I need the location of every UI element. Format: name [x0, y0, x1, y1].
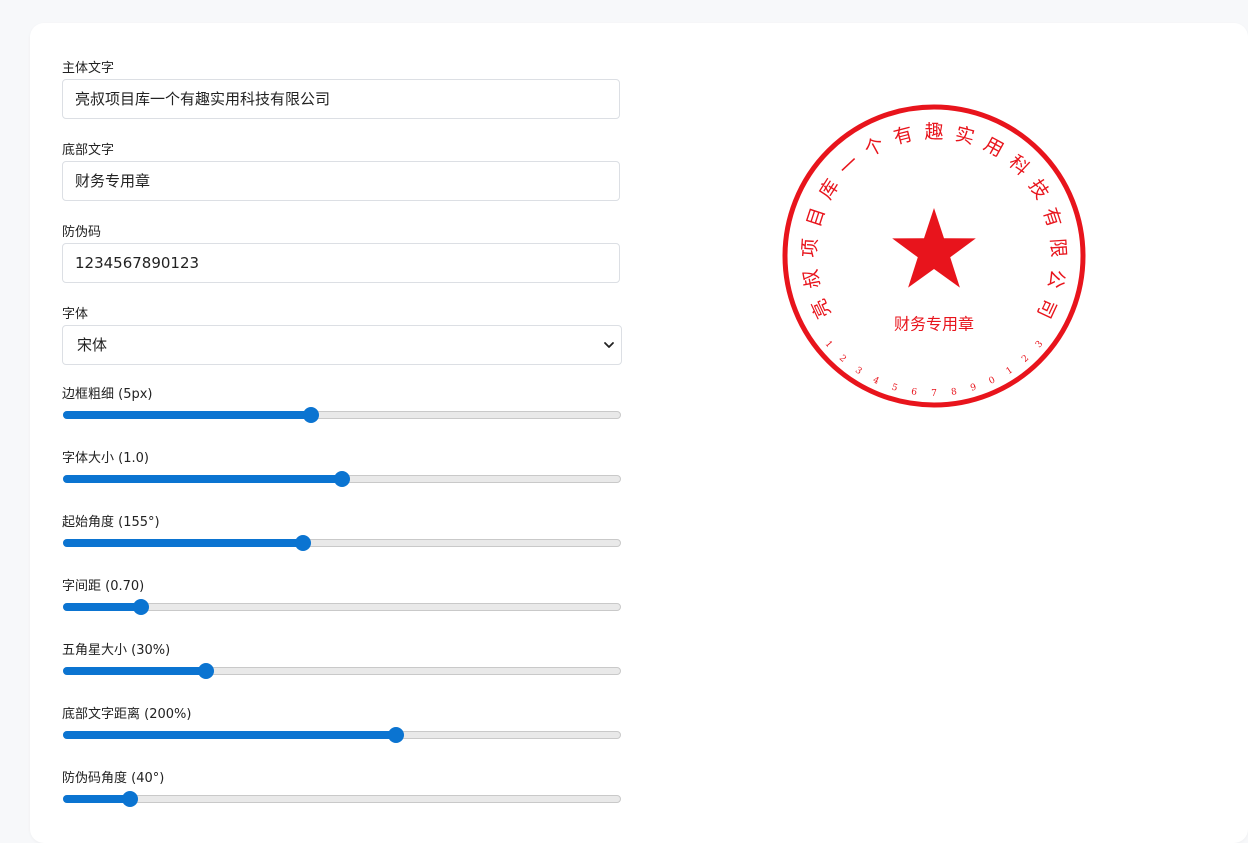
font-select-value: 宋体 — [77, 336, 108, 354]
star-size-slider[interactable] — [62, 661, 622, 681]
slider-fill — [63, 795, 130, 803]
bottom-text-distance-slider[interactable] — [62, 725, 622, 745]
seal-main-char: 限 — [1046, 238, 1069, 258]
seal-main-char: 趣 — [924, 121, 943, 143]
slider-fill — [63, 603, 142, 611]
star-size-label: 五角星大小 (30%) — [62, 643, 171, 658]
seal-main-char: 有 — [1038, 205, 1065, 230]
chevron-down-icon — [604, 342, 614, 348]
seal-code-char: 9 — [969, 383, 978, 394]
font-select[interactable]: 宋体 — [62, 325, 622, 365]
seal-code-char: 1 — [823, 339, 834, 350]
seal-main-char: 叔 — [800, 268, 825, 291]
slider-thumb[interactable] — [198, 663, 215, 679]
seal-main-char: 司 — [1032, 295, 1060, 322]
seal-star-icon — [892, 208, 976, 288]
security-code-label: 防伪码 — [62, 225, 102, 240]
seal-main-char: 一 — [835, 151, 864, 180]
seal-preview: 亮叔项目库一个有趣实用科技有限公司12345 6 7 8 90123财务专用章 — [782, 104, 1086, 408]
slider-fill — [63, 731, 397, 739]
slider-track — [63, 795, 621, 803]
border-width-label: 边框粗细 (5px) — [62, 387, 153, 402]
seal-main-char: 有 — [891, 123, 915, 149]
seal-code-char: 2 — [837, 353, 848, 364]
seal-main-char: 科 — [1004, 151, 1033, 180]
seal-code-char: 3 — [853, 366, 864, 378]
slider-thumb[interactable] — [334, 471, 350, 487]
seal-main-char: 库 — [815, 175, 844, 203]
slider-thumb[interactable] — [388, 727, 405, 743]
seal-code-char: 0 — [988, 375, 998, 387]
main-text-input[interactable]: 亮叔项目库一个有趣实用科技有限公司 — [62, 79, 620, 119]
seal-bottom-text: 财务专用章 — [894, 315, 974, 334]
letter-spacing-label: 字间距 (0.70) — [62, 579, 145, 594]
seal-main-char: 技 — [1024, 175, 1053, 203]
font-label: 字体 — [62, 307, 89, 322]
bottom-text-input[interactable]: 财务专用章 — [62, 161, 620, 201]
slider-thumb[interactable] — [294, 535, 311, 551]
letter-spacing-slider[interactable] — [62, 597, 622, 617]
security-code-input[interactable]: 1234567890123 — [62, 243, 620, 283]
seal-main-char: 实 — [953, 123, 977, 149]
slider-fill — [63, 539, 303, 547]
security-code-angle-slider[interactable] — [62, 789, 622, 809]
seal-main-char: 目 — [803, 205, 830, 230]
bottom-text-distance-label: 底部文字距离 (200%) — [62, 707, 192, 722]
seal-main-char: 亮 — [808, 295, 836, 322]
slider-fill — [63, 411, 312, 419]
slider-fill — [63, 667, 207, 675]
font-size-slider[interactable] — [62, 469, 622, 489]
seal-code-char: 3 — [1034, 339, 1046, 350]
seal-code-char: 5 — [890, 383, 899, 394]
start-angle-label: 起始角度 (155°) — [62, 515, 160, 530]
main-text-label: 主体文字 — [62, 61, 115, 76]
seal-main-char: 用 — [980, 133, 1007, 161]
seal-main-char: 个 — [861, 133, 888, 161]
slider-thumb[interactable] — [121, 791, 138, 807]
seal-code-char: 8 — [950, 387, 957, 398]
slider-thumb[interactable] — [133, 599, 150, 615]
seal-code-char: 7 — [931, 389, 937, 399]
slider-thumb[interactable] — [303, 407, 320, 423]
seal-main-char: 公 — [1043, 268, 1068, 291]
seal-code-char: 6 — [910, 387, 917, 398]
security-code-angle-label: 防伪码角度 (40°) — [62, 771, 165, 786]
seal-code-char: 4 — [871, 375, 881, 387]
slider-fill — [63, 475, 342, 483]
seal-main-char: 项 — [799, 238, 822, 258]
bottom-text-label: 底部文字 — [62, 143, 115, 158]
start-angle-slider[interactable] — [62, 533, 622, 553]
border-width-slider[interactable] — [62, 405, 622, 425]
seal-code-char: 2 — [1020, 353, 1031, 364]
seal-code-char: 1 — [1005, 366, 1015, 378]
font-size-label: 字体大小 (1.0) — [62, 451, 149, 466]
